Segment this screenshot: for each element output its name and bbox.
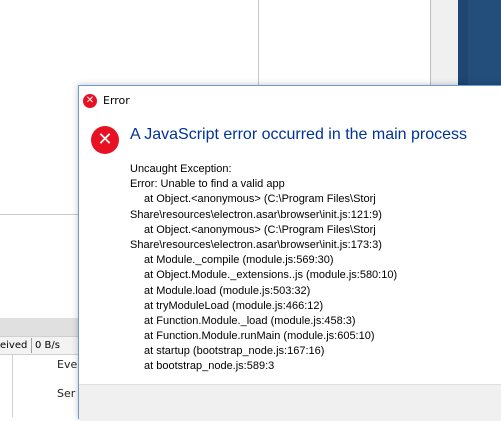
error-message: A JavaScript error occurred in the main …	[130, 126, 468, 143]
error-detail-line: at Object.Module._extensions..js (module…	[144, 269, 398, 282]
error-detail: Uncaught Exception: Error: Unable to find…	[130, 162, 460, 375]
dialog-title: Error	[103, 94, 130, 107]
background-divider	[0, 214, 78, 215]
error-detail-line: at startup (bootstrap_node.js:167:16)	[144, 345, 325, 358]
error-detail-line: Share\resources\electron.asar\browser\in…	[130, 238, 382, 251]
status-received-rate: 0 B/s	[35, 340, 60, 351]
background-list-item[interactable]: Eve	[57, 358, 77, 371]
background-column-separator	[258, 0, 259, 85]
error-detail-line: at Object.<anonymous> (C:\Program Files\…	[144, 223, 376, 236]
background-scrollbar[interactable]	[0, 318, 78, 336]
background-list-separator	[12, 354, 13, 417]
error-detail-line: Uncaught Exception:	[130, 163, 232, 175]
dialog-footer	[79, 384, 501, 421]
error-detail-line: at bootstrap_node.js:589:3	[144, 360, 275, 373]
error-detail-line: Share\resources\electron.asar\browser\in…	[130, 208, 382, 221]
error-detail-line: at Object.<anonymous> (C:\Program Files\…	[144, 193, 376, 206]
background-status-bar: eived 0 B/s	[0, 336, 78, 355]
dialog-content: ✕ A JavaScript error occurred in the mai…	[79, 116, 501, 384]
status-received-label: eived	[0, 340, 28, 351]
error-detail-line: at Module._compile (module.js:569:30)	[144, 254, 334, 267]
error-detail-line: at Function.Module._load (module.js:458:…	[144, 314, 356, 327]
error-icon: ✕	[91, 126, 119, 154]
status-separator	[31, 338, 32, 353]
error-icon: ✕	[83, 94, 97, 108]
background-right-panel-border	[430, 0, 431, 85]
error-detail-line: Error: Unable to find a valid app	[130, 178, 285, 191]
error-detail-line: at Module.load (module.js:503:32)	[144, 284, 311, 297]
dialog-titlebar[interactable]: ✕ Error	[79, 86, 501, 116]
error-detail-line: at tryModuleLoad (module.js:466:12)	[144, 299, 324, 312]
error-dialog: ✕ Error ✕ A JavaScript error occurred in…	[78, 85, 501, 421]
error-detail-line: at Function.Module.runMain (module.js:60…	[144, 330, 375, 343]
background-blue-panel-inner	[468, 0, 501, 85]
background-list-item[interactable]: Ser	[57, 387, 75, 400]
